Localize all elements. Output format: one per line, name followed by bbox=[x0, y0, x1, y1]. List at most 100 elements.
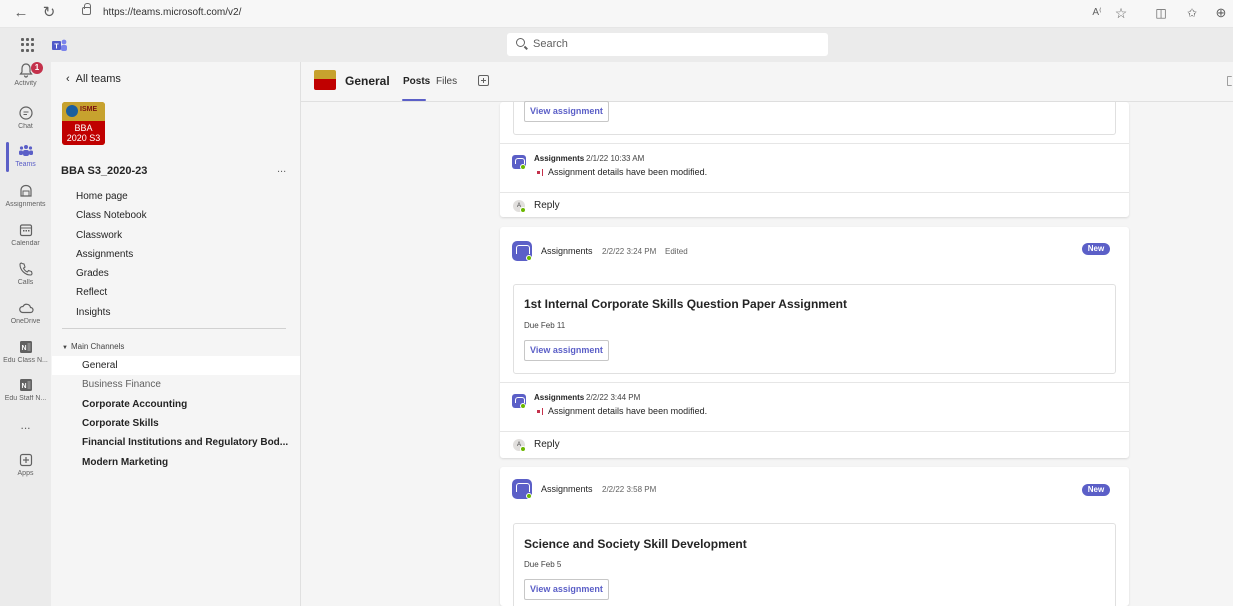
rail-label: Chat bbox=[18, 123, 33, 130]
isme-logo-text: ISME bbox=[80, 106, 98, 113]
rail-label: Edu Staff N... bbox=[4, 395, 47, 402]
rail-assignments[interactable]: Assignments bbox=[0, 183, 51, 223]
calendar-icon bbox=[19, 224, 32, 237]
channel-general[interactable]: General bbox=[82, 360, 118, 371]
rail-label: Apps bbox=[17, 470, 34, 477]
rail-calendar[interactable]: Calendar bbox=[0, 222, 51, 262]
divider bbox=[500, 143, 1129, 144]
channel-financial-institutions[interactable]: Financial Institutions and Regulatory Bo… bbox=[82, 437, 288, 448]
svg-text:N: N bbox=[21, 345, 26, 352]
rail-onedrive[interactable]: OneDrive bbox=[0, 300, 51, 340]
nav-assignments[interactable]: Assignments bbox=[76, 249, 133, 260]
channels-heading[interactable]: ▼ Main Channels bbox=[62, 342, 124, 351]
tab-files[interactable]: Files bbox=[436, 76, 457, 87]
assignment-title: 1st Internal Corporate Skills Question P… bbox=[524, 297, 847, 311]
side-panel-icon[interactable] bbox=[1227, 76, 1232, 86]
rail-label: Activity bbox=[14, 80, 37, 87]
more-icon: ... bbox=[20, 418, 31, 432]
team-avatar-line2: 2020 S3 bbox=[66, 133, 101, 143]
nav-classwork[interactable]: Classwork bbox=[76, 230, 122, 241]
reply-button[interactable]: Reply bbox=[534, 200, 560, 211]
divider bbox=[500, 192, 1129, 193]
nav-reflect[interactable]: Reflect bbox=[76, 287, 107, 298]
team-more-options-icon[interactable]: ... bbox=[277, 163, 286, 175]
rail-chat[interactable]: Chat bbox=[0, 105, 51, 145]
tab-posts[interactable]: Posts bbox=[403, 76, 430, 87]
read-aloud-icon[interactable]: A⁽ bbox=[1088, 4, 1106, 22]
channels-heading-label: Main Channels bbox=[70, 342, 125, 351]
message-sender: Assignments bbox=[534, 154, 585, 163]
add-tab-icon[interactable] bbox=[478, 75, 489, 86]
rail-label: Assignments bbox=[5, 201, 46, 208]
view-assignment-button[interactable]: View assignment bbox=[524, 101, 609, 122]
rail-edu-staff-notebook[interactable]: N Edu Staff N... bbox=[0, 377, 51, 417]
message-timestamp: 2/2/22 3:44 PM bbox=[586, 393, 641, 402]
rail-apps[interactable]: Apps bbox=[0, 452, 51, 492]
back-arrow-icon[interactable]: ← bbox=[12, 4, 30, 22]
new-badge: New bbox=[1082, 484, 1110, 496]
search-input[interactable]: Search bbox=[507, 33, 828, 56]
active-tab-indicator bbox=[402, 99, 426, 101]
onenote-icon: N bbox=[19, 341, 32, 353]
assignments-icon bbox=[19, 184, 32, 197]
rail-edu-class-notebook[interactable]: N Edu Class N... bbox=[0, 339, 51, 379]
nav-class-notebook[interactable]: Class Notebook bbox=[76, 210, 147, 221]
teams-logo-icon: T bbox=[52, 38, 68, 52]
reply-button[interactable]: Reply bbox=[534, 439, 560, 450]
presence-icon bbox=[520, 207, 526, 213]
channel-business-finance[interactable]: Business Finance bbox=[82, 379, 161, 390]
presence-icon bbox=[520, 403, 526, 409]
post-sender: Assignments bbox=[541, 484, 593, 494]
rail-label: OneDrive bbox=[10, 318, 41, 325]
nav-home-page[interactable]: Home page bbox=[76, 191, 128, 202]
rail-teams[interactable]: Teams bbox=[0, 143, 51, 183]
channel-corporate-accounting[interactable]: Corporate Accounting bbox=[82, 399, 187, 410]
split-screen-icon[interactable]: ◫ bbox=[1152, 4, 1170, 22]
chevron-left-icon: ‹ bbox=[66, 73, 70, 85]
view-assignment-button[interactable]: View assignment bbox=[524, 340, 609, 361]
svg-text:N: N bbox=[21, 383, 26, 390]
phone-icon bbox=[18, 262, 33, 276]
message-timestamp: 2/1/22 10:33 AM bbox=[586, 154, 645, 163]
divider bbox=[500, 431, 1129, 432]
address-bar[interactable]: https://teams.microsoft.com/v2/ bbox=[103, 7, 241, 18]
favorite-star-icon[interactable]: ☆ bbox=[1112, 4, 1130, 22]
new-badge: New bbox=[1082, 243, 1110, 255]
lock-icon bbox=[82, 3, 91, 15]
app-launcher-icon[interactable] bbox=[21, 38, 35, 52]
favorites-icon[interactable]: ✩ bbox=[1183, 4, 1201, 22]
rail-label: Edu Class N... bbox=[3, 357, 48, 364]
teams-people-icon bbox=[18, 145, 33, 156]
refresh-icon[interactable]: ↻ bbox=[40, 4, 58, 22]
nav-grades[interactable]: Grades bbox=[76, 268, 109, 279]
assignment-due-date: Due Feb 11 bbox=[524, 321, 566, 330]
divider bbox=[62, 328, 286, 329]
team-avatar-line1: BBA bbox=[74, 123, 93, 133]
presence-icon bbox=[526, 255, 532, 261]
view-assignment-button[interactable]: View assignment bbox=[524, 579, 609, 600]
presence-icon bbox=[526, 493, 532, 499]
team-avatar: ISME BBA 2020 S3 bbox=[62, 102, 105, 145]
channel-team-thumbnail bbox=[314, 70, 336, 90]
assignment-title: Science and Society Skill Development bbox=[524, 537, 747, 551]
channel-modern-marketing[interactable]: Modern Marketing bbox=[82, 457, 168, 468]
message-text: Assignment details have been modified. bbox=[548, 406, 708, 416]
channel-corporate-skills[interactable]: Corporate Skills bbox=[82, 418, 159, 429]
chat-icon bbox=[18, 106, 33, 120]
post-sender: Assignments bbox=[541, 246, 593, 256]
onenote-icon: N bbox=[19, 379, 32, 391]
modified-icon bbox=[537, 408, 545, 415]
post-timestamp: 2/2/22 3:58 PM bbox=[602, 485, 657, 494]
nav-insights[interactable]: Insights bbox=[76, 307, 110, 318]
rail-calls[interactable]: Calls bbox=[0, 261, 51, 301]
rail-activity[interactable]: Activity bbox=[0, 62, 51, 102]
all-teams-label: All teams bbox=[75, 73, 121, 85]
presence-icon bbox=[520, 446, 526, 452]
collections-icon[interactable]: ⊕ bbox=[1212, 4, 1230, 22]
message-text: Assignment details have been modified. bbox=[548, 167, 708, 177]
edited-label: Edited bbox=[665, 247, 688, 256]
svg-text:T: T bbox=[54, 44, 59, 51]
team-name: BBA S3_2020-23 bbox=[61, 165, 148, 177]
all-teams-link[interactable]: ‹ All teams bbox=[66, 73, 121, 85]
message-sender: Assignments bbox=[534, 393, 585, 402]
